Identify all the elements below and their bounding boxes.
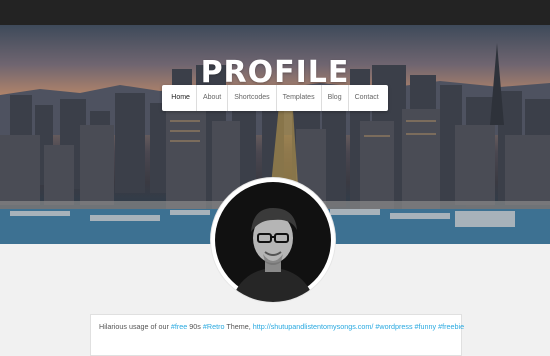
nav-item-home[interactable]: Home xyxy=(165,85,197,111)
hashtag-retro-link[interactable]: #Retro xyxy=(203,322,225,331)
main-nav: Home About Shortcodes Templates Blog Con… xyxy=(162,85,388,111)
nav-item-blog[interactable]: Blog xyxy=(322,85,349,111)
nav-item-about[interactable]: About xyxy=(197,85,229,111)
hashtag-funny-link[interactable]: #funny xyxy=(415,322,437,331)
nav-item-templates[interactable]: Templates xyxy=(277,85,322,111)
avatar xyxy=(211,178,335,302)
bio-card: Hilarious usage of our #free 90s #Retro … xyxy=(90,314,464,356)
hashtag-wordpress-link[interactable]: #wordpress xyxy=(375,322,412,331)
nav-item-shortcodes[interactable]: Shortcodes xyxy=(228,85,277,111)
hashtag-free-link[interactable]: #free xyxy=(171,322,187,331)
bio-text-part: Theme, xyxy=(224,322,253,331)
top-bar xyxy=(0,0,550,25)
bio-text: Hilarious usage of our #free 90s #Retro … xyxy=(99,322,464,331)
bio-text-part: Hilarious usage of our xyxy=(99,322,171,331)
website-link[interactable]: http://shutupandlistentomysongs.com/ xyxy=(253,322,374,331)
hashtag-freebie-link[interactable]: #freebie xyxy=(438,322,464,331)
user-portrait-photo xyxy=(215,182,331,302)
bio-text-part: 90s xyxy=(187,322,203,331)
nav-item-contact[interactable]: Contact xyxy=(349,85,385,111)
